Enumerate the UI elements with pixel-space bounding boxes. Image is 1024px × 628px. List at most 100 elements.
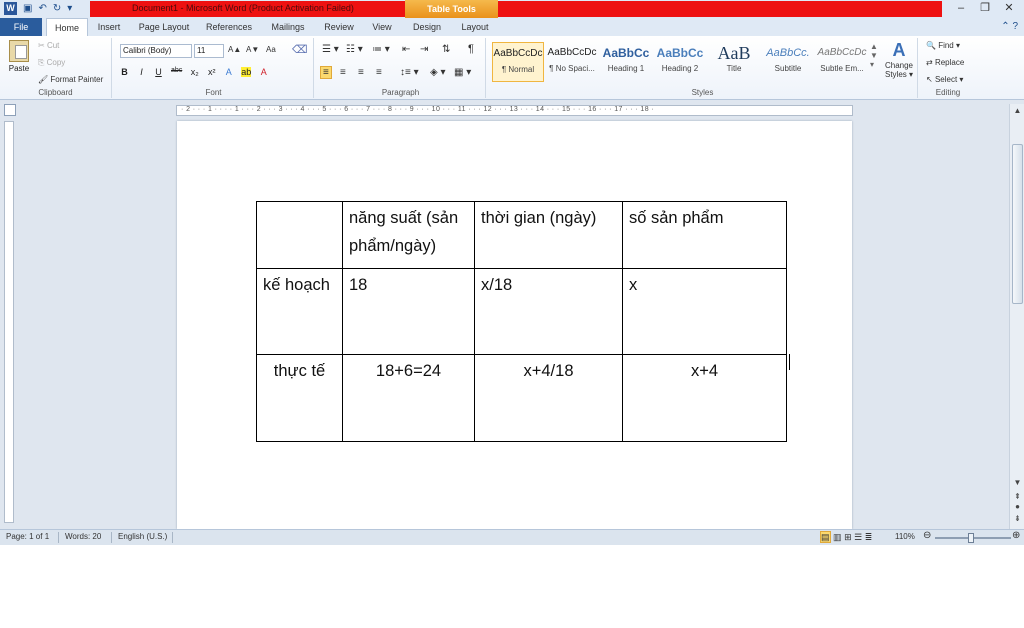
italic-button[interactable]: I <box>137 67 146 77</box>
vertical-ruler[interactable] <box>4 121 14 523</box>
sort-icon[interactable]: ⇅ <box>442 44 450 55</box>
clear-formatting-icon[interactable]: ⌫ <box>292 43 308 56</box>
multilevel-list-icon[interactable]: ≔ ▾ <box>372 44 390 55</box>
find-button[interactable]: 🔍 Find ▾ <box>926 41 960 50</box>
table-cell[interactable]: x+4 <box>622 354 787 442</box>
copy-button[interactable]: ⎘ Copy <box>38 58 65 68</box>
scroll-up-icon[interactable]: ▲ <box>1010 106 1024 118</box>
table-cell[interactable]: năng suất (sản phẩm/ngày) <box>342 201 475 269</box>
strikethrough-button[interactable]: abc <box>171 67 182 77</box>
style-no-spacing[interactable]: AaBbCcDc ¶ No Spaci... <box>546 42 598 82</box>
zoom-in-icon[interactable]: ⊕ <box>1012 530 1020 541</box>
style-subtitle[interactable]: AaBbCc. Subtitle <box>762 42 814 82</box>
numbering-icon[interactable]: ☷ ▾ <box>346 44 363 55</box>
table-cell[interactable]: x+4/18 <box>474 354 623 442</box>
tab-view[interactable]: View <box>364 18 400 36</box>
show-formatting-icon[interactable]: ¶ <box>468 43 474 55</box>
tab-selector-icon[interactable] <box>4 104 16 116</box>
table-cell[interactable]: thực tế <box>256 354 343 442</box>
text-effects-icon[interactable]: A <box>224 67 233 77</box>
help-icon[interactable]: ⌃ ? <box>1001 21 1018 32</box>
increase-indent-icon[interactable]: ⇥ <box>420 44 428 55</box>
style-heading-2[interactable]: AaBbCc Heading 2 <box>654 42 706 82</box>
close-icon[interactable]: ✕ <box>998 1 1020 16</box>
outline-icon[interactable]: ☰ <box>854 532 862 542</box>
change-styles-button[interactable]: A Change Styles ▾ <box>882 40 916 79</box>
table-cell[interactable]: kế hoạch <box>256 268 343 355</box>
vertical-scrollbar[interactable]: ▲ ▼ ⇞ ● ⇟ <box>1009 104 1024 529</box>
tab-layout[interactable]: Layout <box>452 18 498 36</box>
decrease-indent-icon[interactable]: ⇤ <box>402 44 410 55</box>
tab-mailings[interactable]: Mailings <box>262 18 314 36</box>
document-page[interactable]: năng suất (sản phẩm/ngày) thời gian (ngà… <box>177 121 852 529</box>
align-right-icon[interactable]: ≡ <box>358 67 364 78</box>
restore-icon[interactable]: ❐ <box>974 1 996 16</box>
word-app-icon[interactable]: W <box>4 2 17 15</box>
style-title[interactable]: AaB Title <box>708 42 760 82</box>
shading-icon[interactable]: ◈ ▾ <box>430 67 446 78</box>
change-case-button[interactable]: Aa <box>266 45 276 54</box>
table-cell[interactable]: số sản phẩm <box>622 201 787 269</box>
web-layout-icon[interactable]: ⊞ <box>844 532 852 542</box>
language-indicator[interactable]: English (U.S.) <box>118 532 167 541</box>
bold-button[interactable]: B <box>120 67 129 77</box>
grow-font-button[interactable]: A▲ <box>228 45 241 54</box>
zoom-out-icon[interactable]: ⊖ <box>923 530 931 541</box>
select-button[interactable]: ↖ Select ▾ <box>926 75 963 84</box>
word-count[interactable]: Words: 20 <box>65 532 101 541</box>
bullets-icon[interactable]: ☰ ▾ <box>322 44 339 55</box>
borders-icon[interactable]: ▦ ▾ <box>454 67 471 78</box>
table-cell[interactable]: 18+6=24 <box>342 354 475 442</box>
font-size-dropdown[interactable]: 11 <box>194 44 224 58</box>
align-center-icon[interactable]: ≡ <box>340 67 346 78</box>
tab-review[interactable]: Review <box>318 18 360 36</box>
styles-scroll-icon[interactable]: ▲ ▼ ▾ <box>870 42 878 69</box>
qat-customize-icon[interactable]: ▾ <box>67 3 72 14</box>
font-name-dropdown[interactable]: Calibri (Body) <box>120 44 192 58</box>
tab-design[interactable]: Design <box>405 18 449 36</box>
save-icon[interactable]: ▣ <box>23 3 32 14</box>
cut-button[interactable]: ✂ Cut <box>38 41 59 50</box>
full-screen-reading-icon[interactable]: ▥ <box>833 532 842 542</box>
table-cell[interactable]: x <box>622 268 787 355</box>
highlight-icon[interactable]: ab <box>241 67 252 77</box>
document-table[interactable]: năng suất (sản phẩm/ngày) thời gian (ngà… <box>256 201 787 442</box>
tab-home[interactable]: Home <box>46 18 88 36</box>
table-cell[interactable] <box>256 201 343 269</box>
tab-page-layout[interactable]: Page Layout <box>134 18 194 36</box>
scroll-down-icon[interactable]: ▼ <box>1010 478 1024 490</box>
replace-button[interactable]: ⇄ Replace <box>926 58 964 67</box>
subscript-button[interactable]: x₂ <box>190 67 199 77</box>
table-cell[interactable]: thời gian (ngày) <box>474 201 623 269</box>
superscript-button[interactable]: x² <box>207 67 216 77</box>
next-page-icon[interactable]: ⇟ <box>1010 514 1024 526</box>
undo-icon[interactable]: ↶ <box>38 3 46 14</box>
table-cell[interactable]: 18 <box>342 268 475 355</box>
ruler-bar[interactable]: · 2 · · · 1 · · · · 1 · · · 2 · · · 3 · … <box>176 105 853 116</box>
format-painter-button[interactable]: 🖌 Format Painter <box>38 75 103 84</box>
scroll-thumb[interactable] <box>1012 144 1023 304</box>
table-cell[interactable]: x/18 <box>474 268 623 355</box>
style-heading-1[interactable]: AaBbCc Heading 1 <box>600 42 652 82</box>
tab-insert[interactable]: Insert <box>90 18 128 36</box>
tab-references[interactable]: References <box>200 18 258 36</box>
zoom-slider-handle[interactable] <box>968 533 974 543</box>
line-spacing-icon[interactable]: ↕≡ ▾ <box>400 67 419 78</box>
print-layout-icon[interactable]: ▤ <box>820 531 831 543</box>
underline-button[interactable]: U <box>154 67 163 77</box>
redo-icon[interactable]: ↻ <box>53 3 61 14</box>
style-normal[interactable]: AaBbCcDc ¶ Normal <box>492 42 544 82</box>
draft-icon[interactable]: ≣ <box>865 532 873 542</box>
justify-icon[interactable]: ≡ <box>376 67 382 78</box>
page-count[interactable]: Page: 1 of 1 <box>6 532 49 541</box>
tab-file[interactable]: File <box>0 18 42 36</box>
align-left-icon[interactable]: ≡ <box>320 66 332 79</box>
font-color-icon[interactable]: A <box>259 67 268 77</box>
table-tools-group-label: Table Tools <box>405 0 498 19</box>
minimize-icon[interactable]: – <box>950 1 972 16</box>
paste-button[interactable]: Paste <box>6 40 32 82</box>
browse-object-icon[interactable]: ● <box>1010 502 1024 514</box>
shrink-font-button[interactable]: A▼ <box>246 45 259 54</box>
zoom-level[interactable]: 110% <box>895 532 915 541</box>
style-subtle-emphasis[interactable]: AaBbCcDc Subtle Em... <box>816 42 868 82</box>
